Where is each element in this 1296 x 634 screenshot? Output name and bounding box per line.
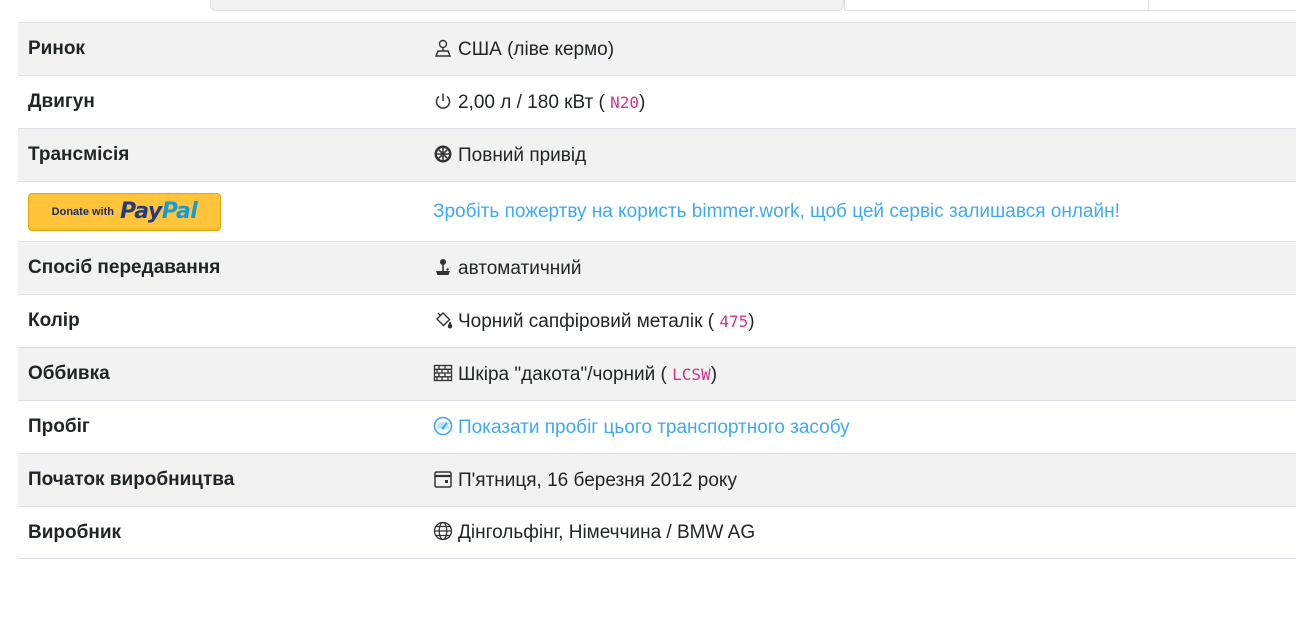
spec-value: Дінгольфінг, Німеччина / BMW AG <box>423 507 1296 559</box>
spec-label: Пробіг <box>28 416 90 437</box>
top-tab-segment <box>210 0 844 11</box>
spec-row-color: Колір Чорний сапфіровий металік ( 475) <box>18 294 1296 348</box>
color-code: 475 <box>719 311 749 331</box>
spec-label: Колір <box>28 310 80 331</box>
spec-value: П'ятниця, 16 березня 2012 року <box>423 454 1296 507</box>
spec-value: 2,00 л / 180 кВт ( N20) <box>423 76 1296 129</box>
spec-label: Спосіб передавання <box>28 257 221 278</box>
speedometer-icon <box>433 416 453 436</box>
spec-value: Показати пробіг цього транспортного засо… <box>423 401 1296 454</box>
color-value-prefix: Чорний сапфіровий металік ( <box>458 310 715 332</box>
spec-row-donate: Donate with PayPal Зробіть пожертву на к… <box>18 181 1296 242</box>
paypal-donate-text: Donate with <box>51 205 114 218</box>
spec-row-manufacturer: Виробник Дінгольфінг, Німеччина / BMW AG <box>18 506 1296 559</box>
engine-code: N20 <box>610 92 640 112</box>
donate-link[interactable]: Зробіть пожертву на користь bimmer.work,… <box>433 201 1120 222</box>
upholstery-code: LCSW <box>672 364 711 384</box>
spec-label: Оббивка <box>28 363 110 384</box>
spec-label: Ринок <box>28 38 85 59</box>
spec-row-transmission: Трансмісія Повний привід <box>18 128 1296 182</box>
spec-value: США (ліве кермо) <box>423 23 1296 76</box>
upholstery-value-prefix: Шкіра "дакота"/чорний ( <box>458 363 667 385</box>
production-start-value: П'ятниця, 16 березня 2012 року <box>458 469 737 491</box>
spec-row-mileage: Пробіг Показати пробіг цього транспортно… <box>18 400 1296 454</box>
grid-icon <box>433 363 453 383</box>
spec-label: Двигун <box>28 91 95 112</box>
spec-value: Зробіть пожертву на користь bimmer.work,… <box>423 182 1296 242</box>
upholstery-value-suffix: ) <box>710 363 718 385</box>
donate-cell: Donate with PayPal <box>18 182 423 242</box>
spec-row-upholstery: Оббивка Шкіра "дакота"/чорний ( LCSW) <box>18 347 1296 401</box>
market-value: США (ліве кермо) <box>458 38 615 60</box>
spec-value: Шкіра "дакота"/чорний ( LCSW) <box>423 348 1296 401</box>
spec-value: Повний привід <box>423 129 1296 182</box>
spec-value: автоматичний <box>423 242 1296 295</box>
engine-value-suffix: ) <box>639 91 646 113</box>
paypal-logo-pal: Pal <box>161 198 198 224</box>
person-map-icon <box>433 38 453 58</box>
calendar-icon <box>433 469 453 489</box>
paypal-logo-pay: Pay <box>120 198 162 224</box>
top-tab-segment <box>844 0 1148 11</box>
spec-row-engine: Двигун 2,00 л / 180 кВт ( N20) <box>18 75 1296 129</box>
paypal-logo: PayPal <box>120 198 198 224</box>
spec-label: Виробник <box>28 521 122 543</box>
top-tab-bar <box>210 0 1296 12</box>
joystick-icon <box>433 257 453 277</box>
gearbox-value: автоматичний <box>458 257 582 279</box>
top-tab-segment <box>1148 0 1296 11</box>
mileage-link[interactable]: Показати пробіг цього транспортного засо… <box>458 417 850 438</box>
globe-icon <box>433 521 453 541</box>
paint-bucket-icon <box>433 310 453 330</box>
power-icon <box>433 91 453 111</box>
spec-row-market: Ринок США (ліве кермо) <box>18 22 1296 76</box>
transmission-value: Повний привід <box>458 144 587 166</box>
vehicle-spec-table: Ринок США (ліве кермо) Двигун 2,00 л / 1… <box>18 22 1296 559</box>
wheel-icon <box>433 144 453 164</box>
spec-row-production-start: Початок виробництва П'ятниця, 16 березня… <box>18 453 1296 507</box>
paypal-donate-button[interactable]: Donate with PayPal <box>28 192 221 231</box>
spec-value: Чорний сапфіровий металік ( 475) <box>423 295 1296 348</box>
manufacturer-value: Дінгольфінг, Німеччина / BMW AG <box>458 522 756 543</box>
spec-label: Початок виробництва <box>28 469 235 490</box>
spec-label: Трансмісія <box>28 144 130 165</box>
spec-row-gearbox: Спосіб передавання автоматичний <box>18 241 1296 295</box>
engine-value-prefix: 2,00 л / 180 кВт ( <box>458 91 605 113</box>
color-value-suffix: ) <box>748 310 755 332</box>
